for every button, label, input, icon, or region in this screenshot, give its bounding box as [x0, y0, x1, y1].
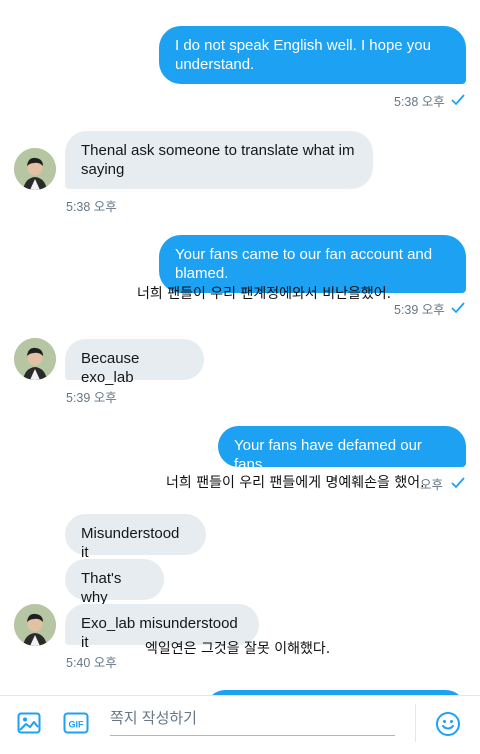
input-placeholder: 쪽지 작성하기: [110, 710, 197, 727]
message-time: 5:39 오후: [66, 391, 117, 405]
message-text: Thenal ask someone to translate what im …: [81, 142, 355, 178]
message-text: Your fans have defamed our fans.: [234, 437, 422, 473]
sent-message[interactable]: I do not speak English well. I hope you …: [159, 26, 466, 84]
received-message[interactable]: Because exo_lab: [65, 339, 204, 386]
translation-caption: 너희 팬들이 우리 팬계정에와서 비난을했어.: [137, 286, 392, 302]
gif-icon[interactable]: GIF: [63, 711, 89, 740]
message-text: I do not speak English well. I hope you …: [175, 37, 431, 73]
gif-label: GIF: [69, 720, 85, 730]
read-check-icon: [451, 477, 465, 489]
message-composer: GIF 쪽지 작성하기: [0, 695, 480, 754]
conversation: I do not speak English well. I hope you …: [0, 0, 480, 695]
message-time: 5:39 오후: [394, 303, 445, 317]
message-text: Your fans came to our fan account and bl…: [175, 246, 433, 282]
read-check-icon: [451, 94, 465, 106]
message-text: Because exo_lab: [81, 350, 140, 386]
sent-message[interactable]: Your fans have defamed our fans.: [218, 426, 466, 473]
translation-caption: 너희 팬들이 우리 팬들에게 명예훼손을 했어.: [166, 475, 425, 491]
received-message[interactable]: Thenal ask someone to translate what im …: [65, 131, 373, 189]
emoji-icon[interactable]: [435, 711, 461, 742]
message-input[interactable]: 쪽지 작성하기: [110, 707, 395, 736]
message-time: 5:40 오후: [66, 656, 117, 670]
read-check-icon: [451, 302, 465, 314]
avatar[interactable]: [14, 604, 56, 646]
avatar[interactable]: [14, 338, 56, 380]
image-icon[interactable]: [17, 711, 41, 740]
translation-caption: 엑일연은 그것을 잘못 이해했다.: [145, 641, 331, 657]
message-time: 5:38 오후: [66, 200, 117, 214]
received-message[interactable]: That's why: [65, 559, 164, 606]
received-message[interactable]: Misunderstood it: [65, 514, 206, 561]
avatar[interactable]: [14, 148, 56, 190]
message-text: Misunderstood it: [81, 525, 180, 561]
divider: [415, 704, 416, 742]
avatar-photo: [14, 604, 56, 646]
avatar-photo: [14, 338, 56, 380]
message-time: 5:38 오후: [394, 95, 445, 109]
avatar-photo: [14, 148, 56, 190]
message-text: That's why: [81, 570, 122, 606]
